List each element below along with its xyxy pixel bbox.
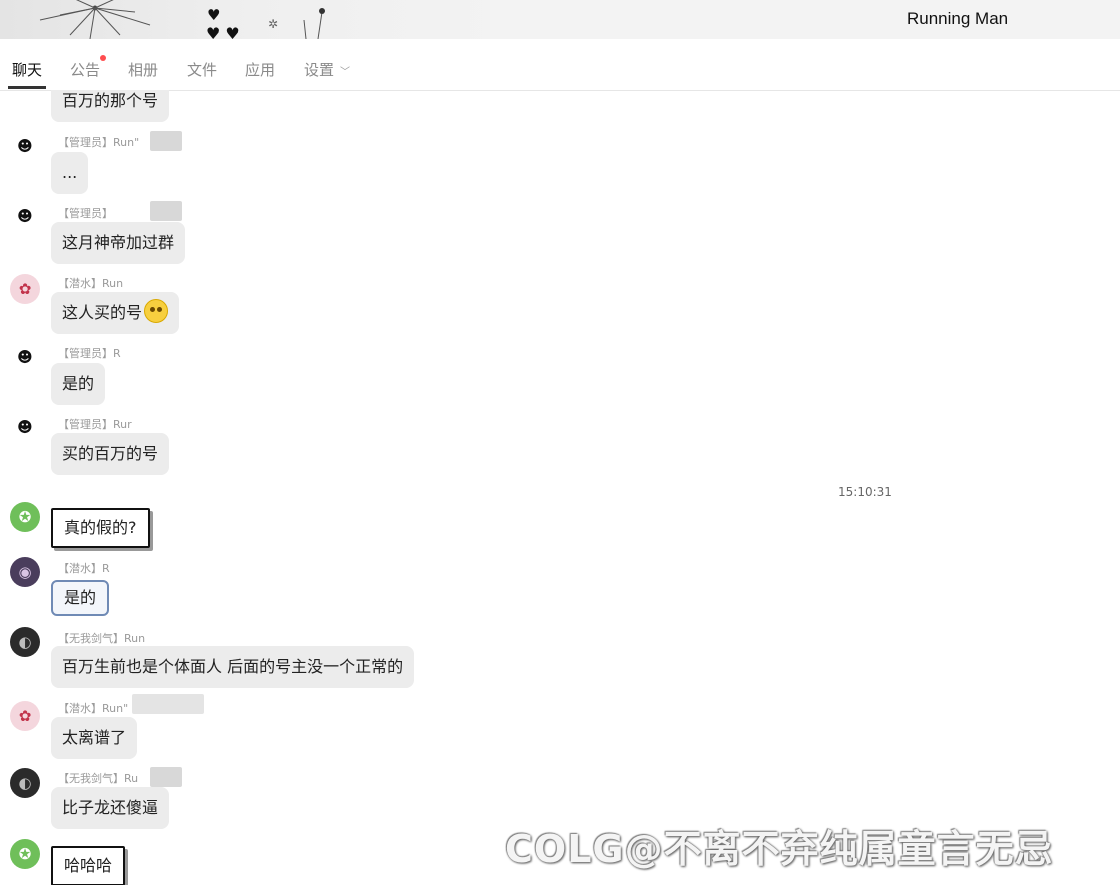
avatar[interactable]: ☻ [10, 201, 40, 231]
active-tab-indicator [8, 86, 46, 89]
message-bubble[interactable]: 哈哈哈 [51, 846, 126, 885]
watermark: COLG@不离不弃纯属童言无忌 [505, 827, 1054, 871]
avatar[interactable]: ✿ [10, 701, 40, 731]
svg-text:✲: ✲ [268, 17, 278, 31]
message-text: 这人买的号 [62, 303, 143, 322]
redacted-name-mask [150, 767, 182, 787]
redacted-name-mask [150, 131, 182, 151]
message-bubble[interactable]: 是的 [51, 363, 106, 405]
message-bubble[interactable]: 是的 [51, 580, 110, 616]
message-bubble[interactable]: 买的百万的号 [51, 433, 170, 475]
message-bubble[interactable]: ... [51, 152, 89, 194]
notification-dot [100, 55, 106, 61]
message-bubble[interactable]: 太离谱了 [51, 717, 138, 759]
tab-files[interactable]: 文件 [187, 59, 217, 80]
group-title: Running Man [907, 9, 1009, 28]
chat-message-list[interactable]: 百万的那个号 ☻ 【管理员】Run" ... ☻ 【管理员】 这月神帝加过群 ✿… [0, 90, 1120, 885]
banner-artwork: ♥ ♥ ♥ ✲ [0, 0, 500, 39]
thinking-face-icon [144, 299, 169, 323]
tab-album[interactable]: 相册 [128, 59, 158, 80]
avatar[interactable]: ☻ [10, 342, 40, 372]
sender-name: 【无我剑气】Ru [58, 772, 139, 785]
sender-name: 【潜水】Run [58, 277, 124, 290]
redacted-name-mask [150, 201, 182, 221]
message-bubble[interactable]: 真的假的? [51, 508, 150, 548]
sender-name: 【管理员】Run" [58, 136, 140, 149]
avatar[interactable]: ◉ [10, 557, 40, 587]
avatar[interactable]: ✿ [10, 274, 40, 304]
message-bubble[interactable]: 百万的那个号 [51, 90, 170, 122]
avatar[interactable]: ◐ [10, 627, 40, 657]
message-bubble[interactable]: 这月神帝加过群 [51, 222, 186, 264]
title-banner: ♥ ♥ ♥ ✲ Running Man [0, 0, 1120, 39]
sender-name: 【管理员】R [58, 347, 121, 360]
tab-bar: 聊天 公告 相册 文件 应用 设置 ﹀ [0, 39, 1120, 91]
svg-text:♥: ♥ [207, 6, 220, 24]
svg-text:♥ ♥: ♥ ♥ [206, 24, 240, 39]
tab-announcement[interactable]: 公告 [70, 59, 100, 80]
redacted-name-mask [132, 694, 204, 714]
message-bubble[interactable]: 百万生前也是个体面人 后面的号主没一个正常的 [51, 646, 415, 688]
avatar[interactable]: ☻ [10, 131, 40, 161]
sender-name: 【管理员】Rur [58, 418, 132, 431]
sender-name: 【无我剑气】Run [58, 632, 146, 645]
avatar[interactable]: ✪ [10, 839, 40, 869]
chevron-down-icon: ﹀ [340, 67, 351, 78]
tab-apps[interactable]: 应用 [245, 59, 275, 80]
tab-settings[interactable]: 设置 ﹀ [304, 59, 350, 80]
message-bubble[interactable]: 这人买的号 [51, 292, 180, 334]
sender-name: 【管理员】 [58, 207, 113, 220]
message-bubble[interactable]: 比子龙还傻逼 [51, 787, 170, 829]
dandelion-artwork-icon: ♥ ♥ ♥ ✲ [39, 0, 325, 39]
tab-settings-label: 设置 [304, 61, 335, 79]
tab-chat[interactable]: 聊天 [12, 59, 42, 80]
avatar[interactable]: ◐ [10, 768, 40, 798]
avatar[interactable]: ✪ [10, 502, 40, 532]
sender-name: 【潜水】R [58, 562, 110, 575]
message-timestamp: 15:10:31 [838, 485, 892, 499]
avatar[interactable]: ☻ [10, 412, 40, 442]
sender-name: 【潜水】Run" [58, 702, 129, 715]
